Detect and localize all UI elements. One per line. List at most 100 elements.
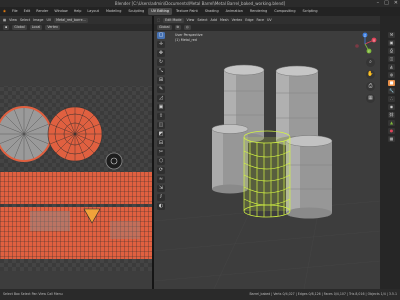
annotate-icon[interactable]: ✎	[157, 86, 165, 93]
menu-window[interactable]: Window	[51, 7, 70, 16]
status-stats: Barrel_baked | Verts 0/4,027 | Edges 0/8…	[249, 292, 397, 296]
spin-icon[interactable]: ⟳	[157, 167, 165, 174]
close-icon[interactable]: ✕	[394, 0, 398, 7]
editor-type-icon[interactable]: ▦	[3, 18, 6, 22]
vp-menu-uv[interactable]: UV	[267, 18, 272, 22]
uv-menu-select[interactable]: Select	[20, 18, 30, 22]
output-props-icon[interactable]: ⎙	[388, 48, 395, 54]
tab-uv-editing[interactable]: UV Editing	[148, 8, 172, 15]
minimize-icon[interactable]: –	[377, 0, 380, 7]
grid-icon[interactable]: ▦	[366, 94, 375, 103]
polybuild-icon[interactable]: ⬡	[157, 158, 165, 165]
mode-select[interactable]: Edit Mode	[163, 17, 184, 23]
scale-icon[interactable]: ⤡	[157, 68, 165, 75]
gizmo-z-label: Z	[364, 33, 366, 37]
menu-file[interactable]: File	[9, 7, 21, 16]
object-props-icon[interactable]: ■	[388, 80, 395, 86]
window-title: Blender [C:\Users\admin\Documents\Metal …	[0, 0, 400, 7]
uv-menu-image[interactable]: Image	[33, 18, 43, 22]
barrel-bottom-left[interactable]	[211, 124, 249, 194]
uv-menu-view[interactable]: View	[9, 18, 17, 22]
barrel-scene[interactable]	[154, 31, 380, 289]
inset-icon[interactable]: ◫	[157, 122, 165, 129]
uv-island-lid-right[interactable]	[47, 106, 103, 162]
constraints-icon[interactable]: ⛓	[388, 112, 395, 118]
barrel-top-right[interactable]	[275, 65, 319, 146]
snap-icon[interactable]: ⧉	[174, 25, 181, 30]
smooth-icon[interactable]: ≈	[157, 176, 165, 183]
viewport-info: User Perspective (1) Metal_red	[175, 33, 203, 42]
shear-icon[interactable]: ⫽	[157, 194, 165, 201]
uv-island-body[interactable]	[0, 172, 152, 259]
rip-icon[interactable]: ◐	[157, 203, 165, 210]
vp-menu-view[interactable]: View	[187, 18, 195, 22]
data-props-icon[interactable]: ▲	[388, 120, 395, 126]
tab-sculpting[interactable]: Sculpting	[125, 8, 147, 15]
navigation-gizmo[interactable]: X Y Z	[352, 32, 378, 56]
cursor-icon[interactable]: ✛	[157, 41, 165, 48]
tab-scripting[interactable]: Scripting	[300, 8, 321, 15]
maximize-icon[interactable]: □	[384, 0, 389, 7]
tab-layout[interactable]: Layout	[84, 8, 102, 15]
tab-texture-paint[interactable]: Texture Paint	[173, 8, 201, 15]
shrink-icon[interactable]: ⇲	[157, 185, 165, 192]
vp-menu-face[interactable]: Face	[257, 18, 264, 22]
uv-editor-canvas[interactable]	[0, 31, 152, 289]
barrel-selected-wireframe[interactable]	[243, 130, 291, 218]
menu-render[interactable]: Render	[33, 7, 51, 16]
blender-logo-icon[interactable]: ◉	[0, 7, 9, 16]
menu-help[interactable]: Help	[71, 7, 85, 16]
world-props-icon[interactable]: ◍	[388, 72, 395, 78]
uv-pivot-local[interactable]: Local	[29, 25, 43, 30]
physics-icon[interactable]: ◉	[388, 104, 395, 110]
uv-select-mode-icon[interactable]: ▪	[3, 25, 10, 30]
select-box-icon[interactable]: ▢	[157, 32, 165, 39]
uv-island-cap[interactable]	[105, 152, 123, 170]
viewport-3d[interactable]	[154, 31, 380, 289]
move-icon[interactable]: ✥	[157, 50, 165, 57]
vp-menu-add[interactable]: Add	[211, 18, 217, 22]
vp-menu-edge[interactable]: Edge	[245, 18, 253, 22]
transform-icon[interactable]: ⊞	[157, 77, 165, 84]
tab-rendering[interactable]: Rendering	[247, 8, 270, 15]
add-cube-icon[interactable]: ▣	[157, 104, 165, 111]
measure-icon[interactable]: ◿	[157, 95, 165, 102]
tab-animation[interactable]: Animation	[223, 8, 246, 15]
tab-compositing[interactable]: Compositing	[271, 8, 298, 15]
vp-menu-vertex[interactable]: Vertex	[232, 18, 243, 22]
knife-icon[interactable]: ✂	[157, 149, 165, 156]
tool-props-icon[interactable]: ⚒	[388, 32, 395, 38]
render-props-icon[interactable]: ▣	[388, 40, 395, 46]
loopcut-icon[interactable]: ⊟	[157, 140, 165, 147]
bevel-icon[interactable]: ◩	[157, 131, 165, 138]
uv-layout[interactable]	[0, 31, 152, 289]
modifier-props-icon[interactable]: 🔧	[388, 88, 395, 94]
uv-editor-subheader: ▪ Global Local Vertex	[0, 24, 152, 31]
particles-icon[interactable]: ∴	[388, 96, 395, 102]
tab-modeling[interactable]: Modeling	[103, 8, 124, 15]
pan-hand-icon[interactable]: ✋	[366, 70, 375, 79]
vp-menu-select[interactable]: Select	[197, 18, 207, 22]
uv-menu-uv[interactable]: UV	[46, 18, 51, 22]
material-props-icon[interactable]: ●	[388, 128, 395, 134]
editor-type-3d-icon[interactable]: ⬚	[157, 18, 160, 22]
view-layer-icon[interactable]: ◫	[388, 56, 395, 62]
barrel-bottom-right[interactable]	[285, 135, 333, 219]
proportional-edit-icon[interactable]: ◎	[183, 25, 191, 30]
uv-island-lid-left[interactable]	[0, 106, 52, 162]
gizmo-x-label: X	[373, 38, 375, 42]
uv-snap-select[interactable]: Vertex	[45, 25, 60, 30]
texture-props-icon[interactable]: ▦	[388, 136, 395, 142]
vp-menu-mesh[interactable]: Mesh	[220, 18, 229, 22]
zoom-icon[interactable]: ⌕	[366, 58, 375, 67]
properties-tabs: ⚒ ▣ ⎙ ◫ ◭ ◍ ■ 🔧 ∴ ◉ ⛓ ▲ ● ▦	[388, 32, 396, 142]
transform-orientation[interactable]: Global	[157, 25, 172, 30]
image-selector[interactable]: Metal_red_barre...	[54, 17, 88, 23]
camera-icon[interactable]: ⎙	[366, 82, 375, 91]
uv-pivot-global[interactable]: Global	[12, 25, 27, 30]
tab-shading[interactable]: Shading	[202, 8, 222, 15]
extrude-icon[interactable]: ⇧	[157, 113, 165, 120]
scene-props-icon[interactable]: ◭	[388, 64, 395, 70]
rotate-icon[interactable]: ↻	[157, 59, 165, 66]
menu-edit[interactable]: Edit	[21, 7, 34, 16]
